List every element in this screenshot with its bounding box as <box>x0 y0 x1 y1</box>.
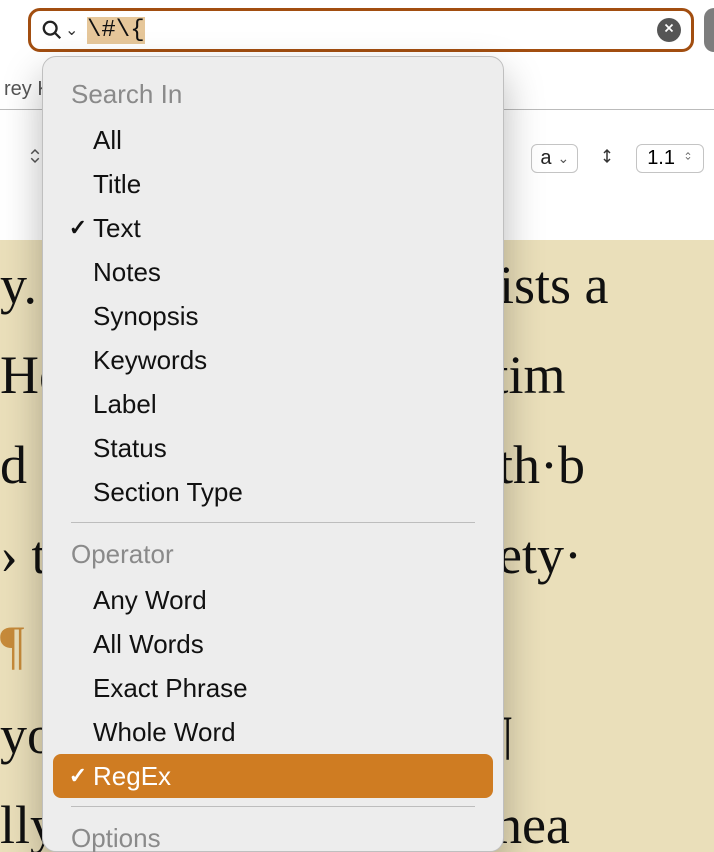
menu-item-label: Text <box>93 213 141 244</box>
menu-item-label: Whole Word <box>93 717 236 748</box>
menu-item-label[interactable]: Label <box>53 382 493 426</box>
menu-item-label: Title <box>93 169 141 200</box>
menu-section-title-search-in: Search In <box>53 71 493 118</box>
search-icon[interactable] <box>41 19 63 41</box>
menu-section-title-options: Options <box>53 815 493 852</box>
close-icon <box>663 21 675 39</box>
menu-item-label: Label <box>93 389 157 420</box>
chevron-down-icon[interactable]: ⌄ <box>65 20 79 40</box>
menu-item-label: Synopsis <box>93 301 199 332</box>
clear-search-button[interactable] <box>657 18 681 42</box>
menu-item-label: Section Type <box>93 477 243 508</box>
menu-item-label: All <box>93 125 122 156</box>
menu-item-section-type[interactable]: Section Type <box>53 470 493 514</box>
menu-item-whole-word[interactable]: Whole Word <box>53 710 493 754</box>
search-input[interactable]: \#\{ <box>79 17 657 44</box>
menu-item-all-words[interactable]: All Words <box>53 622 493 666</box>
menu-item-regex[interactable]: ✓ RegEx <box>53 754 493 798</box>
line-height-value: 1.1 <box>647 147 675 170</box>
menu-item-label: Status <box>93 433 167 464</box>
menu-item-label: All Words <box>93 629 204 660</box>
menu-item-status[interactable]: Status <box>53 426 493 470</box>
menu-item-any-word[interactable]: Any Word <box>53 578 493 622</box>
menu-item-title[interactable]: Title <box>53 162 493 206</box>
menu-divider <box>71 806 475 807</box>
font-sample-label: a <box>540 147 551 170</box>
line-height-field[interactable]: 1.1 <box>636 144 704 173</box>
search-field-wrap[interactable]: ⌄ \#\{ <box>28 8 694 52</box>
menu-item-label: RegEx <box>93 761 171 792</box>
check-icon: ✓ <box>63 763 93 789</box>
menu-item-synopsis[interactable]: Synopsis <box>53 294 493 338</box>
line-height-icon <box>598 146 616 171</box>
search-query-text: \#\{ <box>87 17 145 44</box>
menu-item-all[interactable]: All <box>53 118 493 162</box>
menu-divider <box>71 522 475 523</box>
chevron-up-down-icon <box>683 147 693 170</box>
chevron-down-icon: ⌄ <box>557 150 569 167</box>
font-size-dropdown[interactable]: a ⌄ <box>531 144 578 173</box>
menu-item-keywords[interactable]: Keywords <box>53 338 493 382</box>
menu-item-label: Notes <box>93 257 161 288</box>
menu-item-label: Any Word <box>93 585 207 616</box>
menu-section-title-operator: Operator <box>53 531 493 578</box>
check-icon: ✓ <box>63 215 93 241</box>
adjacent-button-stub[interactable] <box>704 8 714 52</box>
search-options-menu: Search In All Title ✓ Text Notes Synopsi… <box>42 56 504 852</box>
menu-item-exact-phrase[interactable]: Exact Phrase <box>53 666 493 710</box>
menu-item-label: Keywords <box>93 345 207 376</box>
menu-item-text[interactable]: ✓ Text <box>53 206 493 250</box>
menu-item-label: Exact Phrase <box>93 673 248 704</box>
menu-item-notes[interactable]: Notes <box>53 250 493 294</box>
